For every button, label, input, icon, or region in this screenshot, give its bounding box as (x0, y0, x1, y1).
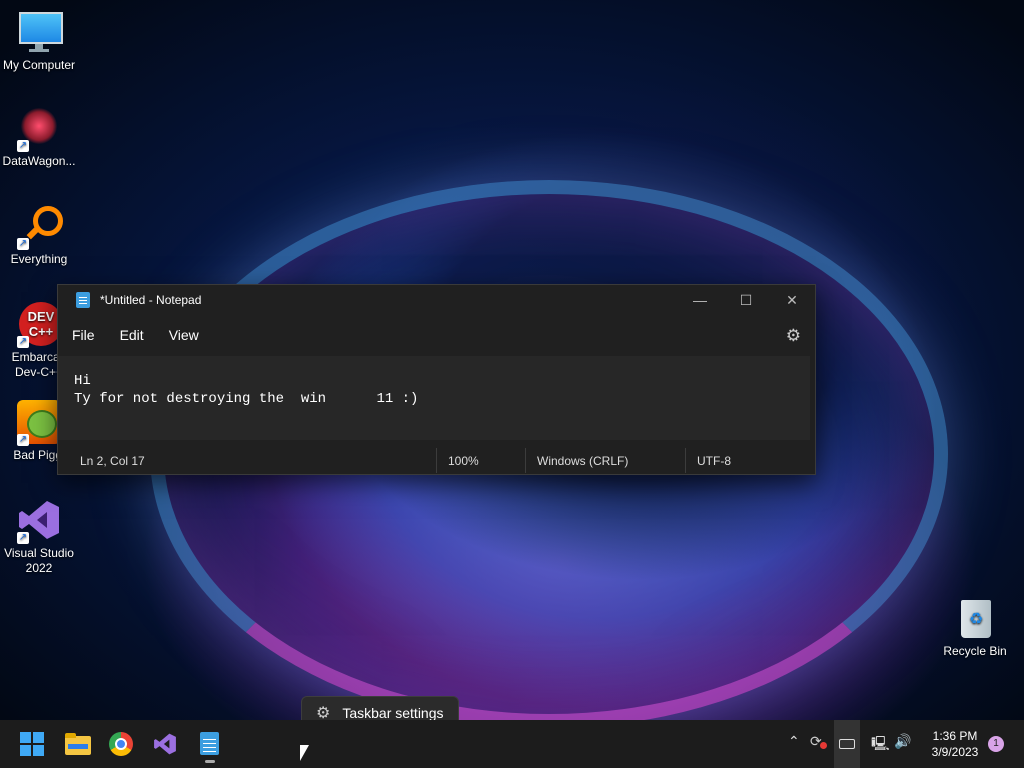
text-editor[interactable]: Hi Ty for not destroying the win 11 :) (58, 356, 810, 440)
network-icon[interactable]: 🖳 (871, 733, 890, 757)
magnifier-icon: ↗ (17, 204, 63, 250)
shortcut-arrow-icon: ↗ (17, 336, 29, 348)
shortcut-arrow-icon: ↗ (17, 140, 29, 152)
minimize-button[interactable]: — (677, 285, 723, 315)
visual-studio-icon: ↗ (17, 498, 61, 544)
volume-icon[interactable]: 🔊 (894, 733, 911, 750)
menu-bar: File Edit View ⚙ (58, 315, 815, 355)
clock-date: 3/9/2023 (931, 745, 979, 759)
desktop-icon-label: My Computer (2, 58, 76, 72)
visual-studio-taskbar-icon[interactable] (153, 732, 177, 756)
chrome-icon[interactable] (109, 732, 133, 756)
desktop-icon-label: 2022 (25, 561, 53, 575)
close-button[interactable]: ✕ (769, 285, 815, 315)
show-hidden-icons-chevron-icon[interactable]: ⌃ (788, 733, 800, 750)
bad-piggies-icon: ↗ (17, 400, 61, 446)
desktop-icon-label: Recycle Bin (943, 644, 1007, 658)
notepad-app-icon (76, 292, 90, 308)
shortcut-arrow-icon: ↗ (17, 238, 29, 250)
title-bar[interactable]: *Untitled - Notepad — ☐ ✕ (58, 285, 815, 315)
start-windows-icon[interactable] (20, 732, 44, 756)
status-encoding[interactable]: UTF-8 (685, 448, 813, 473)
clock-time: 1:36 PM (932, 729, 978, 743)
notification-badge[interactable]: 1 (988, 736, 1004, 752)
taskbar-settings-item[interactable]: Taskbar settings (342, 705, 443, 721)
status-cursor-position: Ln 2, Col 17 (80, 453, 145, 468)
desktop-icon-recycle-bin[interactable]: ♻ Recycle Bin (936, 596, 1014, 659)
menu-file[interactable]: File (72, 327, 95, 343)
desktop-icon-label: Visual Studio (4, 546, 74, 560)
settings-gear-icon[interactable]: ⚙ (786, 326, 801, 346)
status-zoom[interactable]: 100% (436, 448, 525, 473)
file-explorer-icon[interactable] (65, 732, 91, 756)
monitor-icon (17, 10, 63, 54)
window-title: *Untitled - Notepad (100, 293, 202, 307)
keyboard-icon[interactable] (834, 720, 860, 768)
shortcut-arrow-icon: ↗ (17, 434, 29, 446)
menu-edit[interactable]: Edit (120, 327, 144, 343)
notepad-window[interactable]: *Untitled - Notepad — ☐ ✕ File Edit View… (57, 284, 816, 475)
desktop-icon-label: DataWagon... (2, 154, 76, 168)
sync-status-icon[interactable]: ⟳ (810, 733, 827, 750)
desktop-icon-everything[interactable]: ↗ Everything (0, 204, 78, 267)
notepad-taskbar-icon[interactable] (198, 732, 222, 763)
status-bar: Ln 2, Col 17 100% Windows (CRLF) UTF-8 (58, 448, 815, 473)
clock[interactable]: 1:36 PM 3/9/2023 (920, 728, 990, 760)
status-line-ending[interactable]: Windows (CRLF) (525, 448, 685, 473)
shortcut-arrow-icon: ↗ (17, 532, 29, 544)
datawagon-icon: ↗ (17, 106, 61, 152)
maximize-button[interactable]: ☐ (723, 285, 769, 315)
desktop-icon-visual-studio[interactable]: ↗ Visual Studio 2022 (0, 498, 78, 576)
desktop-icon-label: Everything (10, 252, 68, 266)
devcpp-icon: DEV C++ ↗ (17, 302, 63, 348)
menu-view[interactable]: View (169, 327, 199, 343)
mouse-cursor-icon (300, 745, 309, 761)
desktop-icon-my-computer[interactable]: My Computer (0, 10, 78, 73)
recycle-bin-icon: ♻ (953, 596, 997, 640)
desktop-icon-datawagon[interactable]: ↗ DataWagon... (0, 106, 78, 169)
